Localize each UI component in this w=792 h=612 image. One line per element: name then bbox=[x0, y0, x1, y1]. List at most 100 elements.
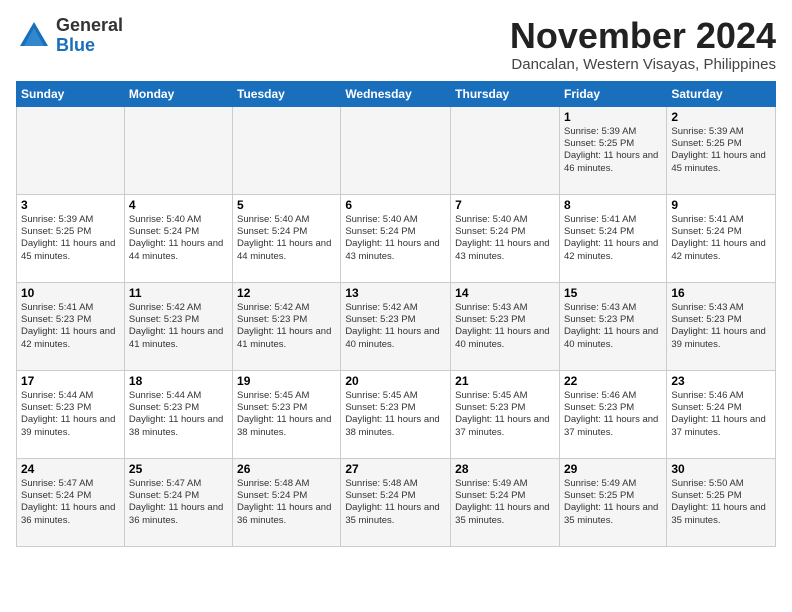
day-info: Sunrise: 5:47 AM Sunset: 5:24 PM Dayligh… bbox=[129, 478, 228, 527]
weekday-header-row: SundayMondayTuesdayWednesdayThursdayFrid… bbox=[17, 81, 776, 106]
day-info: Sunrise: 5:39 AM Sunset: 5:25 PM Dayligh… bbox=[21, 214, 120, 263]
day-info: Sunrise: 5:45 AM Sunset: 5:23 PM Dayligh… bbox=[455, 390, 555, 439]
day-number: 18 bbox=[129, 374, 228, 388]
calendar-cell: 29 Sunrise: 5:49 AM Sunset: 5:25 PM Dayli… bbox=[559, 458, 666, 546]
weekday-header-wednesday: Wednesday bbox=[341, 81, 451, 106]
calendar-cell: 18 Sunrise: 5:44 AM Sunset: 5:23 PM Dayli… bbox=[124, 370, 232, 458]
day-number: 15 bbox=[564, 286, 662, 300]
calendar-cell: 11Sunrise: 5:42 AM Sunset: 5:23 PM Dayli… bbox=[124, 282, 232, 370]
day-number: 21 bbox=[455, 374, 555, 388]
calendar-cell: 15 Sunrise: 5:43 AM Sunset: 5:23 PM Dayli… bbox=[559, 282, 666, 370]
day-info: Sunrise: 5:43 AM Sunset: 5:23 PM Dayligh… bbox=[564, 302, 662, 351]
day-info: Sunrise: 5:48 AM Sunset: 5:24 PM Dayligh… bbox=[345, 478, 446, 527]
logo-general: General bbox=[56, 15, 123, 35]
day-number: 22 bbox=[564, 374, 662, 388]
calendar-cell: 6Sunrise: 5:40 AM Sunset: 5:24 PM Daylig… bbox=[341, 194, 451, 282]
day-info: Sunrise: 5:49 AM Sunset: 5:24 PM Dayligh… bbox=[455, 478, 555, 527]
day-info: Sunrise: 5:40 AM Sunset: 5:24 PM Dayligh… bbox=[237, 214, 336, 263]
calendar-table: SundayMondayTuesdayWednesdayThursdayFrid… bbox=[16, 81, 776, 547]
weekday-header-friday: Friday bbox=[559, 81, 666, 106]
day-info: Sunrise: 5:48 AM Sunset: 5:24 PM Dayligh… bbox=[237, 478, 336, 527]
day-number: 27 bbox=[345, 462, 446, 476]
calendar-cell: 20 Sunrise: 5:45 AM Sunset: 5:23 PM Dayli… bbox=[341, 370, 451, 458]
day-info: Sunrise: 5:46 AM Sunset: 5:24 PM Dayligh… bbox=[671, 390, 771, 439]
day-number: 11 bbox=[129, 286, 228, 300]
day-number: 5 bbox=[237, 198, 336, 212]
day-info: Sunrise: 5:39 AM Sunset: 5:25 PM Dayligh… bbox=[671, 126, 771, 175]
calendar-body: 1 Sunrise: 5:39 AM Sunset: 5:25 PM Daylig… bbox=[17, 106, 776, 546]
day-number: 8 bbox=[564, 198, 662, 212]
day-number: 4 bbox=[129, 198, 228, 212]
day-info: Sunrise: 5:43 AM Sunset: 5:23 PM Dayligh… bbox=[455, 302, 555, 351]
calendar-cell: 27 Sunrise: 5:48 AM Sunset: 5:24 PM Dayli… bbox=[341, 458, 451, 546]
weekday-header-tuesday: Tuesday bbox=[233, 81, 341, 106]
day-info: Sunrise: 5:41 AM Sunset: 5:24 PM Dayligh… bbox=[671, 214, 771, 263]
calendar-cell: 16 Sunrise: 5:43 AM Sunset: 5:23 PM Dayli… bbox=[667, 282, 776, 370]
calendar-cell: 14Sunrise: 5:43 AM Sunset: 5:23 PM Dayli… bbox=[451, 282, 560, 370]
calendar-cell: 23 Sunrise: 5:46 AM Sunset: 5:24 PM Dayli… bbox=[667, 370, 776, 458]
weekday-header-monday: Monday bbox=[124, 81, 232, 106]
calendar-cell: 12 Sunrise: 5:42 AM Sunset: 5:23 PM Dayli… bbox=[233, 282, 341, 370]
weekday-header-thursday: Thursday bbox=[451, 81, 560, 106]
day-number: 16 bbox=[671, 286, 771, 300]
calendar-cell: 1 Sunrise: 5:39 AM Sunset: 5:25 PM Daylig… bbox=[559, 106, 666, 194]
calendar-cell: 25Sunrise: 5:47 AM Sunset: 5:24 PM Dayli… bbox=[124, 458, 232, 546]
day-info: Sunrise: 5:40 AM Sunset: 5:24 PM Dayligh… bbox=[455, 214, 555, 263]
calendar-cell: 30Sunrise: 5:50 AM Sunset: 5:25 PM Dayli… bbox=[667, 458, 776, 546]
day-number: 24 bbox=[21, 462, 120, 476]
day-info: Sunrise: 5:41 AM Sunset: 5:24 PM Dayligh… bbox=[564, 214, 662, 263]
day-info: Sunrise: 5:42 AM Sunset: 5:23 PM Dayligh… bbox=[237, 302, 336, 351]
day-number: 2 bbox=[671, 110, 771, 124]
day-number: 29 bbox=[564, 462, 662, 476]
day-info: Sunrise: 5:40 AM Sunset: 5:24 PM Dayligh… bbox=[129, 214, 228, 263]
calendar-cell: 2 Sunrise: 5:39 AM Sunset: 5:25 PM Daylig… bbox=[667, 106, 776, 194]
day-info: Sunrise: 5:45 AM Sunset: 5:23 PM Dayligh… bbox=[237, 390, 336, 439]
calendar-week-5: 24 Sunrise: 5:47 AM Sunset: 5:24 PM Dayli… bbox=[17, 458, 776, 546]
day-info: Sunrise: 5:45 AM Sunset: 5:23 PM Dayligh… bbox=[345, 390, 446, 439]
calendar-cell bbox=[17, 106, 125, 194]
weekday-header-saturday: Saturday bbox=[667, 81, 776, 106]
logo-blue: Blue bbox=[56, 35, 95, 55]
day-number: 1 bbox=[564, 110, 662, 124]
calendar-cell: 22 Sunrise: 5:46 AM Sunset: 5:23 PM Dayli… bbox=[559, 370, 666, 458]
calendar-cell bbox=[233, 106, 341, 194]
day-info: Sunrise: 5:44 AM Sunset: 5:23 PM Dayligh… bbox=[21, 390, 120, 439]
calendar-cell: 13Sunrise: 5:42 AM Sunset: 5:23 PM Dayli… bbox=[341, 282, 451, 370]
day-number: 26 bbox=[237, 462, 336, 476]
day-number: 9 bbox=[671, 198, 771, 212]
calendar-cell: 10Sunrise: 5:41 AM Sunset: 5:23 PM Dayli… bbox=[17, 282, 125, 370]
day-number: 17 bbox=[21, 374, 120, 388]
calendar-cell: 21 Sunrise: 5:45 AM Sunset: 5:23 PM Dayli… bbox=[451, 370, 560, 458]
title-area: November 2024 Dancalan, Western Visayas,… bbox=[510, 16, 776, 73]
day-info: Sunrise: 5:44 AM Sunset: 5:23 PM Dayligh… bbox=[129, 390, 228, 439]
calendar-cell: 9 Sunrise: 5:41 AM Sunset: 5:24 PM Daylig… bbox=[667, 194, 776, 282]
day-info: Sunrise: 5:42 AM Sunset: 5:23 PM Dayligh… bbox=[345, 302, 446, 351]
day-number: 23 bbox=[671, 374, 771, 388]
calendar-cell: 8 Sunrise: 5:41 AM Sunset: 5:24 PM Daylig… bbox=[559, 194, 666, 282]
month-title: November 2024 bbox=[510, 16, 776, 56]
calendar-cell bbox=[451, 106, 560, 194]
calendar-cell bbox=[124, 106, 232, 194]
logo: General Blue bbox=[16, 16, 123, 56]
day-number: 6 bbox=[345, 198, 446, 212]
logo-icon bbox=[16, 18, 52, 54]
day-number: 19 bbox=[237, 374, 336, 388]
calendar-cell: 5 Sunrise: 5:40 AM Sunset: 5:24 PM Daylig… bbox=[233, 194, 341, 282]
calendar-cell: 3Sunrise: 5:39 AM Sunset: 5:25 PM Daylig… bbox=[17, 194, 125, 282]
day-number: 12 bbox=[237, 286, 336, 300]
calendar-header: SundayMondayTuesdayWednesdayThursdayFrid… bbox=[17, 81, 776, 106]
day-info: Sunrise: 5:43 AM Sunset: 5:23 PM Dayligh… bbox=[671, 302, 771, 351]
calendar-week-2: 3Sunrise: 5:39 AM Sunset: 5:25 PM Daylig… bbox=[17, 194, 776, 282]
calendar-week-4: 17 Sunrise: 5:44 AM Sunset: 5:23 PM Dayli… bbox=[17, 370, 776, 458]
calendar-cell: 28Sunrise: 5:49 AM Sunset: 5:24 PM Dayli… bbox=[451, 458, 560, 546]
calendar-cell bbox=[341, 106, 451, 194]
weekday-header-sunday: Sunday bbox=[17, 81, 125, 106]
calendar-cell: 26 Sunrise: 5:48 AM Sunset: 5:24 PM Dayli… bbox=[233, 458, 341, 546]
day-info: Sunrise: 5:49 AM Sunset: 5:25 PM Dayligh… bbox=[564, 478, 662, 527]
day-info: Sunrise: 5:47 AM Sunset: 5:24 PM Dayligh… bbox=[21, 478, 120, 527]
day-number: 20 bbox=[345, 374, 446, 388]
page-header: General Blue November 2024 Dancalan, Wes… bbox=[16, 16, 776, 73]
day-info: Sunrise: 5:46 AM Sunset: 5:23 PM Dayligh… bbox=[564, 390, 662, 439]
day-info: Sunrise: 5:39 AM Sunset: 5:25 PM Dayligh… bbox=[564, 126, 662, 175]
day-info: Sunrise: 5:50 AM Sunset: 5:25 PM Dayligh… bbox=[671, 478, 771, 527]
